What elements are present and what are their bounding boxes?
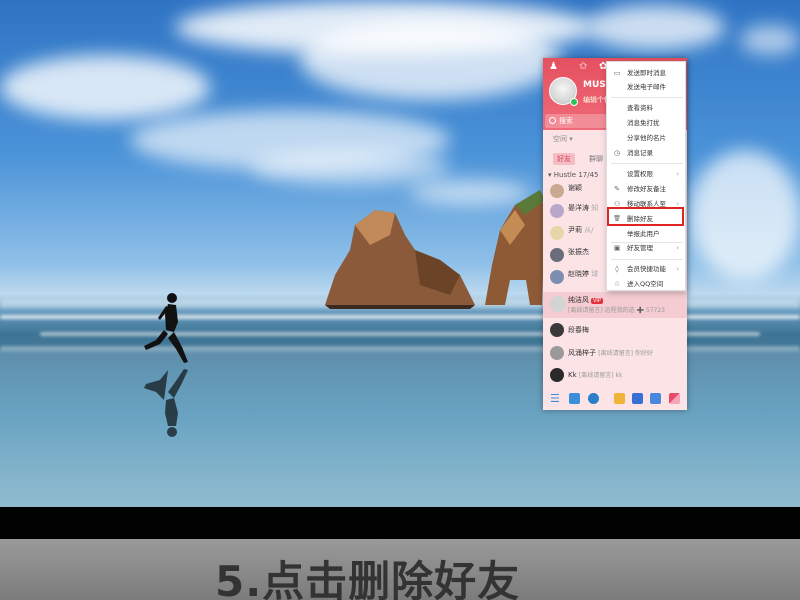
runner-silhouette	[144, 293, 188, 363]
contact-name: 张振杰	[568, 248, 589, 256]
contact-row[interactable]: 段春梅	[543, 319, 687, 342]
letterbox-bar	[0, 507, 800, 539]
cloud	[300, 20, 560, 100]
contact-status: [离线请留言] 远程我的选 ➕ 57723	[568, 307, 665, 314]
qq-app-icon[interactable]	[588, 393, 599, 404]
search-icon	[549, 117, 556, 124]
cloud	[585, 5, 725, 50]
contact-row-selected[interactable]: 纯洁风 VIP [离线请留言] 远程我的选 ➕ 57723	[543, 292, 687, 318]
contact-row[interactable]: Kk [离线请留言] kk	[543, 364, 687, 387]
tab-groups[interactable]: 群聊	[585, 153, 607, 165]
menu-item-label: 修改好友备注	[627, 185, 666, 193]
menu-item-share-card[interactable]: 分享他的名片	[607, 131, 685, 145]
menu-item-label: 发送即时消息	[627, 69, 666, 77]
menu-item-label: 会员快捷功能	[627, 265, 666, 273]
sea-rock-arch	[485, 190, 545, 305]
vip-badge: VIP	[591, 298, 603, 304]
highlight-box	[607, 207, 684, 226]
sea-rock-left	[325, 210, 475, 309]
contact-avatar	[550, 270, 564, 284]
qq-penguin-icon[interactable]: ♟	[549, 61, 558, 72]
menu-separator	[611, 97, 683, 98]
contact-avatar	[550, 323, 564, 337]
contact-avatar	[550, 248, 564, 262]
bottom-toolbar: ☰	[543, 388, 687, 410]
image-icon: ▣	[613, 244, 621, 252]
main-menu-icon[interactable]: ☰	[550, 393, 561, 404]
menu-item-label: 分享他的名片	[627, 134, 666, 142]
menu-item-qzone[interactable]: ☆ 进入QQ空间	[607, 277, 685, 291]
folder-icon[interactable]	[614, 393, 625, 404]
contact-avatar	[550, 368, 564, 382]
menu-item-label: 举报此用户	[627, 230, 660, 238]
contact-name: 段春梅	[568, 326, 589, 334]
contact-avatar	[550, 346, 564, 360]
menu-item-label: 查看资料	[627, 104, 653, 112]
cloud	[0, 55, 210, 120]
menu-item-edit-remark[interactable]: ✎ 修改好友备注	[607, 182, 685, 196]
contact-avatar	[550, 296, 566, 312]
menu-item-label: 发送电子邮件	[627, 83, 666, 91]
space-entry[interactable]: 空间 ▾	[553, 134, 573, 144]
contact-context-menu: ▭ 发送即时消息 发送电子邮件 查看资料 消息免打扰 分享他的名片 ◷ 消息记录 设…	[606, 61, 686, 291]
contact-name: 晏洋涛 知	[568, 204, 599, 212]
contact-name: Kk [离线请留言] kk	[568, 371, 623, 379]
menu-item-label: 消息免打扰	[627, 119, 660, 127]
menu-item-label: 设置权限	[627, 170, 653, 178]
menu-item-send-email[interactable]: 发送电子邮件	[607, 80, 685, 94]
menu-item-label: 进入QQ空间	[627, 280, 664, 288]
menu-item-permissions[interactable]: 设置权限 ›	[607, 167, 685, 181]
chevron-right-icon: ›	[676, 265, 679, 273]
menu-item-view-profile[interactable]: 查看资料	[607, 101, 685, 115]
contact-name: 纯洁风 VIP	[568, 296, 603, 304]
menu-item-label: 消息记录	[627, 149, 653, 157]
menu-item-message-history[interactable]: ◷ 消息记录	[607, 146, 685, 160]
menu-item-label: 好友管理	[627, 244, 653, 252]
step-caption: 5.点击删除好友	[215, 557, 521, 600]
menu-item-mute[interactable]: 消息免打扰	[607, 116, 685, 130]
menu-separator	[611, 163, 683, 164]
chat-icon: ▭	[613, 69, 621, 77]
menu-item-vip-shortcuts[interactable]: ◊ 会员快捷功能 ›	[607, 262, 685, 276]
contact-name: 赵晓婷 球	[568, 270, 599, 278]
cloud	[250, 150, 450, 185]
contact-name: 尹莉 从/	[568, 226, 594, 234]
star-icon[interactable]: ✩	[579, 61, 587, 72]
contact-avatar	[550, 184, 564, 198]
clock-icon: ◷	[613, 149, 621, 157]
contact-row[interactable]: 风涌梓子 [离线请留言] 你好好	[543, 342, 687, 365]
search-placeholder: 搜索	[559, 117, 573, 125]
cloud	[690, 150, 800, 280]
menu-separator	[611, 259, 683, 260]
contact-avatar	[550, 204, 564, 218]
app-icon[interactable]	[650, 393, 661, 404]
group-header-label: Hustle 17/45	[553, 171, 599, 179]
star-icon: ☆	[613, 280, 621, 288]
app-manager-icon[interactable]	[669, 393, 680, 404]
chevron-right-icon: ›	[676, 244, 679, 252]
menu-item-friend-management[interactable]: ▣ 好友管理 ›	[607, 241, 685, 255]
contact-name: 谢颖	[568, 184, 582, 192]
cloud	[740, 25, 800, 55]
space-label: 空间	[553, 135, 567, 143]
contact-avatar	[550, 226, 564, 240]
tab-friends[interactable]: 好友	[553, 153, 575, 165]
mail-icon[interactable]	[632, 393, 643, 404]
add-friend-icon[interactable]	[569, 393, 580, 404]
drop-icon: ◊	[615, 265, 619, 273]
online-status-icon[interactable]	[570, 98, 578, 106]
menu-item-send-message[interactable]: ▭ 发送即时消息	[607, 66, 685, 80]
friend-group-header[interactable]: ▾ Hustle 17/45	[548, 171, 599, 179]
chevron-right-icon: ›	[676, 170, 679, 178]
menu-item-report-user[interactable]: 举报此用户	[607, 227, 685, 241]
runner-reflection	[144, 369, 188, 437]
contact-name: 风涌梓子 [离线请留言] 你好好	[568, 349, 653, 357]
pencil-icon: ✎	[614, 185, 620, 193]
